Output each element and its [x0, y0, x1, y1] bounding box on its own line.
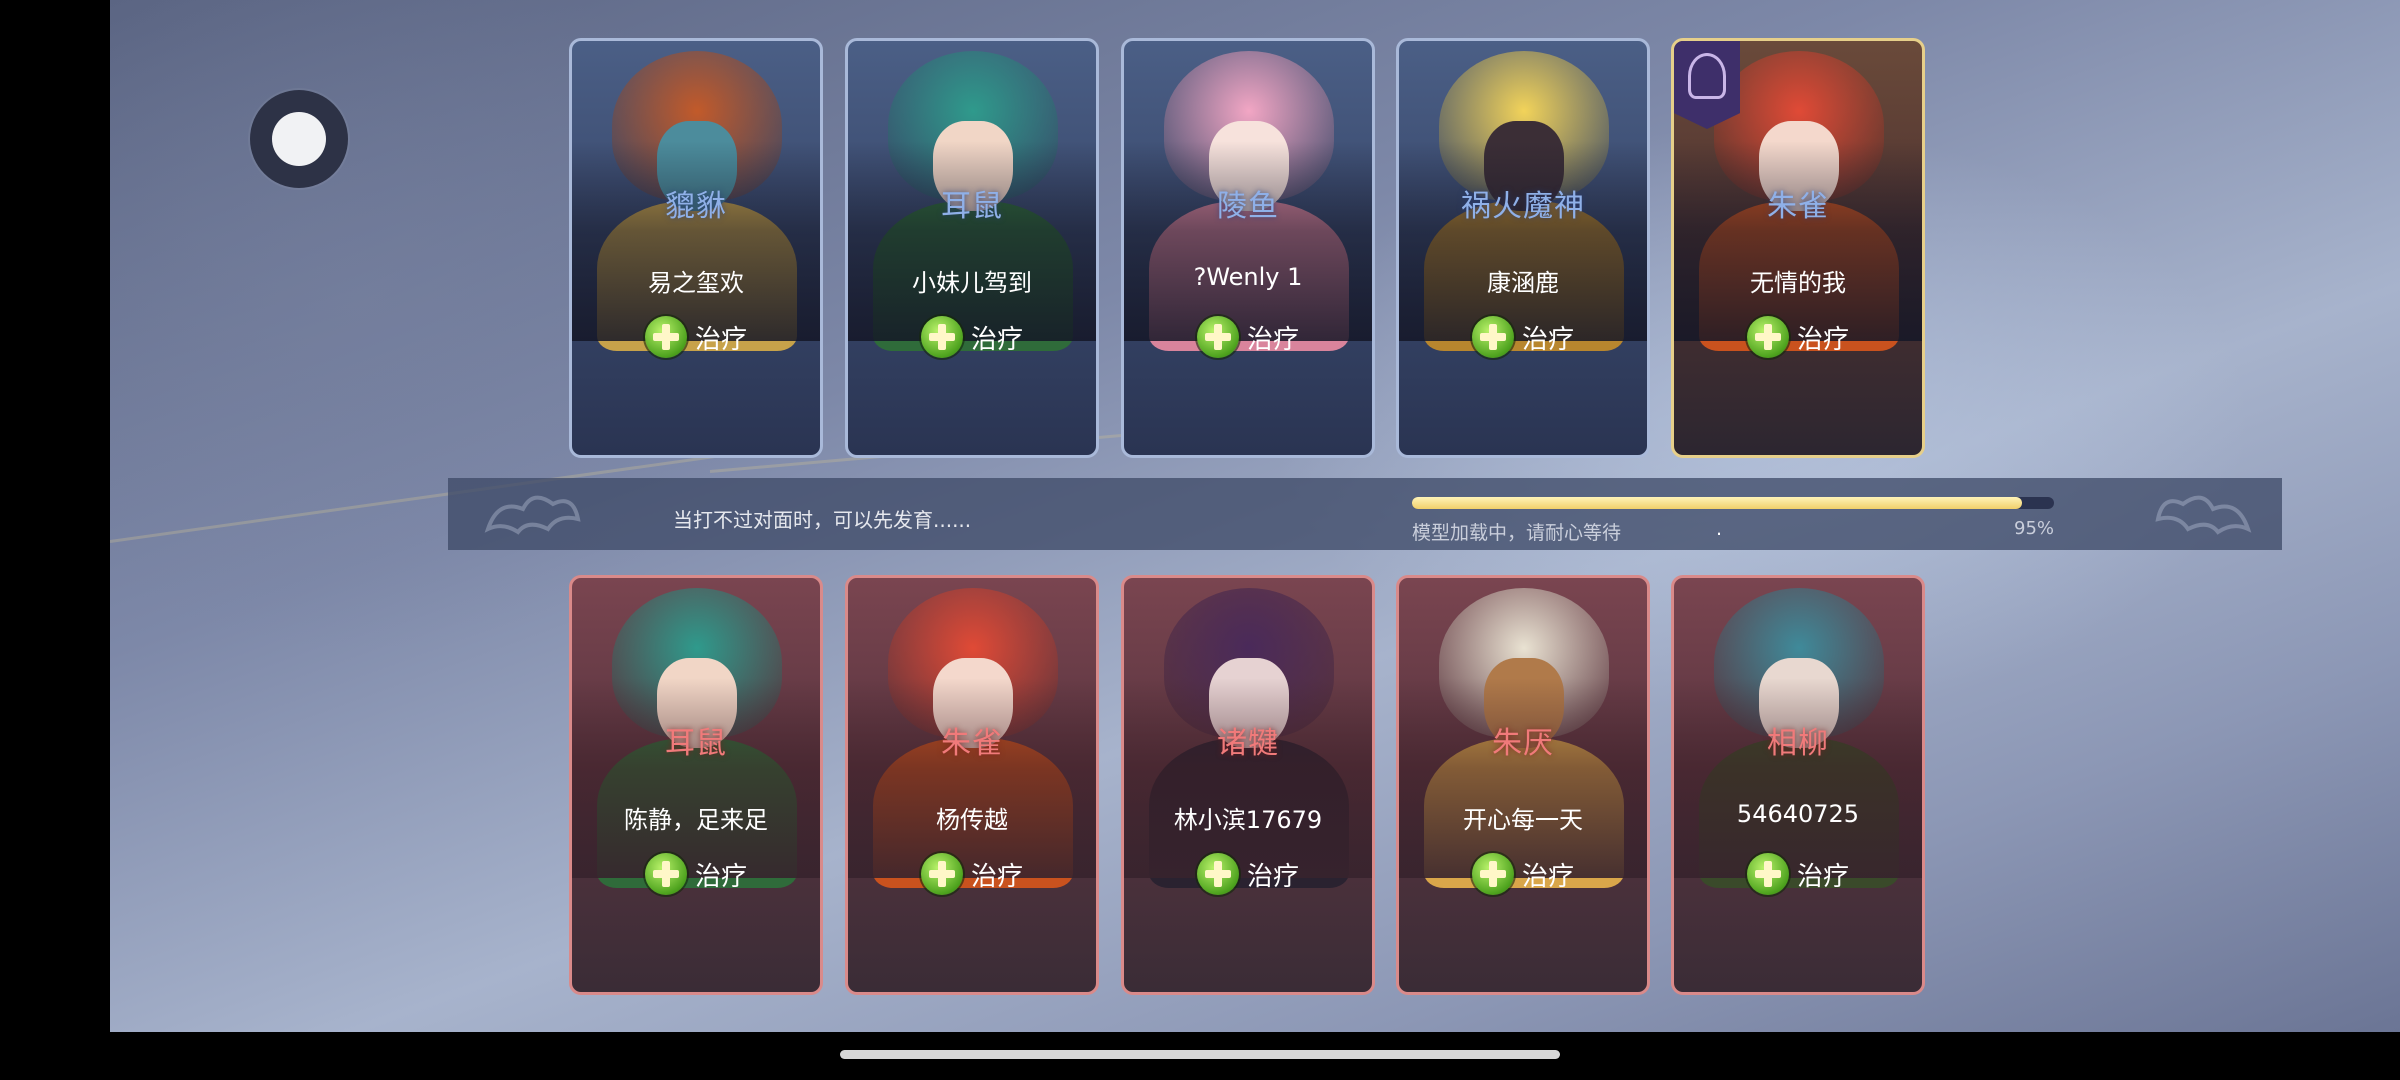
plus-heal-icon [920, 853, 963, 895]
hero-name: 朱厌 [1492, 726, 1554, 761]
hero-name: 祸火魔神 [1461, 189, 1585, 224]
player-card[interactable]: 貔貅易之玺欢治疗 [569, 38, 823, 458]
player-name: 杨传越 [936, 806, 1008, 834]
role-label: 治疗 [572, 853, 820, 895]
player-name: 54640725 [1736, 800, 1860, 828]
role-text: 治疗 [1521, 324, 1574, 355]
plus-heal-icon [1746, 316, 1789, 358]
role-text: 治疗 [1796, 861, 1849, 892]
assistive-touch-button[interactable] [250, 90, 348, 188]
role-label: 治疗 [1399, 853, 1647, 895]
player-card[interactable]: 朱雀无情的我治疗 [1671, 38, 1925, 458]
role-text: 治疗 [970, 324, 1023, 355]
plus-heal-icon [920, 316, 963, 358]
player-card[interactable]: 朱厌开心每一天治疗 [1396, 575, 1650, 995]
loading-status: 模型加载中，请耐心等待 [1412, 522, 1622, 544]
role-label: 治疗 [1399, 316, 1647, 358]
player-name: 康涵鹿 [1487, 269, 1559, 297]
role-text: 治疗 [1796, 324, 1849, 355]
role-text: 治疗 [1246, 861, 1299, 892]
role-text: 治疗 [1521, 861, 1574, 892]
plus-heal-icon [1196, 853, 1239, 895]
player-name: 无情的我 [1750, 269, 1846, 297]
plus-heal-icon [1746, 853, 1789, 895]
hero-name: 貔貅 [665, 189, 727, 224]
loading-percent: 95% [2014, 518, 2055, 539]
role-label: 治疗 [572, 316, 820, 358]
player-card[interactable]: 相柳 54640725 治疗 [1671, 575, 1925, 995]
player-name: ?Wenly 1 [1193, 263, 1303, 291]
portrait-shade [848, 678, 1096, 878]
assistive-touch-icon [272, 112, 326, 166]
portrait-shade [1399, 141, 1647, 341]
plus-heal-icon [1471, 316, 1514, 358]
player-card[interactable]: 祸火魔神康涵鹿治疗 [1396, 38, 1650, 458]
hero-name: 相柳 [1767, 726, 1829, 761]
cloud-ornament-left [484, 495, 581, 535]
portrait-shade [572, 678, 820, 878]
role-text: 治疗 [694, 861, 747, 892]
player-card[interactable]: 诸犍林小滨17679 治疗 [1121, 575, 1375, 995]
role-label: 治疗 [848, 316, 1096, 358]
role-label: 治疗 [1674, 316, 1922, 358]
progress-fill [1412, 497, 2022, 509]
role-label: 治疗 [1674, 853, 1922, 895]
portrait-shade [1399, 678, 1647, 878]
plus-heal-icon [1471, 853, 1514, 895]
player-name: 小妹儿驾到 [912, 269, 1032, 297]
role-text: 治疗 [970, 861, 1023, 892]
player-card[interactable]: 耳鼠陈静，足来足治疗 [569, 575, 823, 995]
hero-name: 耳鼠 [941, 189, 1003, 224]
player-name: 易之玺欢 [648, 269, 744, 297]
portrait-shade [1674, 678, 1922, 878]
plus-heal-icon [1196, 316, 1239, 358]
home-indicator[interactable] [840, 1050, 1560, 1059]
player-name: 开心每一天 [1463, 806, 1583, 834]
cloud-ornament-right [2155, 495, 2252, 535]
portrait-shade [1124, 141, 1372, 341]
plus-heal-icon [644, 316, 687, 358]
loading-tip: 当打不过对面时，可以先发育...... [673, 508, 972, 532]
plus-heal-icon [644, 853, 687, 895]
rank-badge-icon [1674, 41, 1740, 129]
hero-name: 诸犍 [1217, 726, 1279, 761]
hero-name: 朱雀 [941, 726, 1003, 761]
role-text: 治疗 [694, 324, 747, 355]
hero-name: 陵鱼 [1217, 189, 1279, 224]
loading-panel: 当打不过对面时，可以先发育...... 模型加载中，请耐心等待 . 95% [448, 478, 2282, 550]
player-name: 林小滨17679 [1173, 806, 1323, 834]
role-label: 治疗 [1124, 853, 1372, 895]
loading-dot: . [1716, 518, 1723, 540]
role-text: 治疗 [1246, 324, 1299, 355]
role-label: 治疗 [1124, 316, 1372, 358]
role-label: 治疗 [848, 853, 1096, 895]
player-name: 陈静，足来足 [624, 806, 768, 834]
player-card[interactable]: 耳鼠小妹儿驾到治疗 [845, 38, 1099, 458]
hero-name: 朱雀 [1767, 189, 1829, 224]
player-card[interactable]: 陵鱼 ?Wenly 1 治疗 [1121, 38, 1375, 458]
game-background: 貔貅 易之玺欢 治疗 耳鼠 小妹儿驾到 治疗 陵鱼 ?Wenly 1 治疗 祸火魔神 康涵鹿 治疗 朱雀… [110, 0, 2400, 1032]
portrait-shade [572, 141, 820, 341]
portrait-shade [848, 141, 1096, 341]
hero-name: 耳鼠 [665, 726, 727, 761]
player-card[interactable]: 朱雀杨传越治疗 [845, 575, 1099, 995]
portrait-shade [1124, 678, 1372, 878]
portrait-shade [1674, 141, 1922, 341]
progress-bar [1412, 497, 2054, 509]
